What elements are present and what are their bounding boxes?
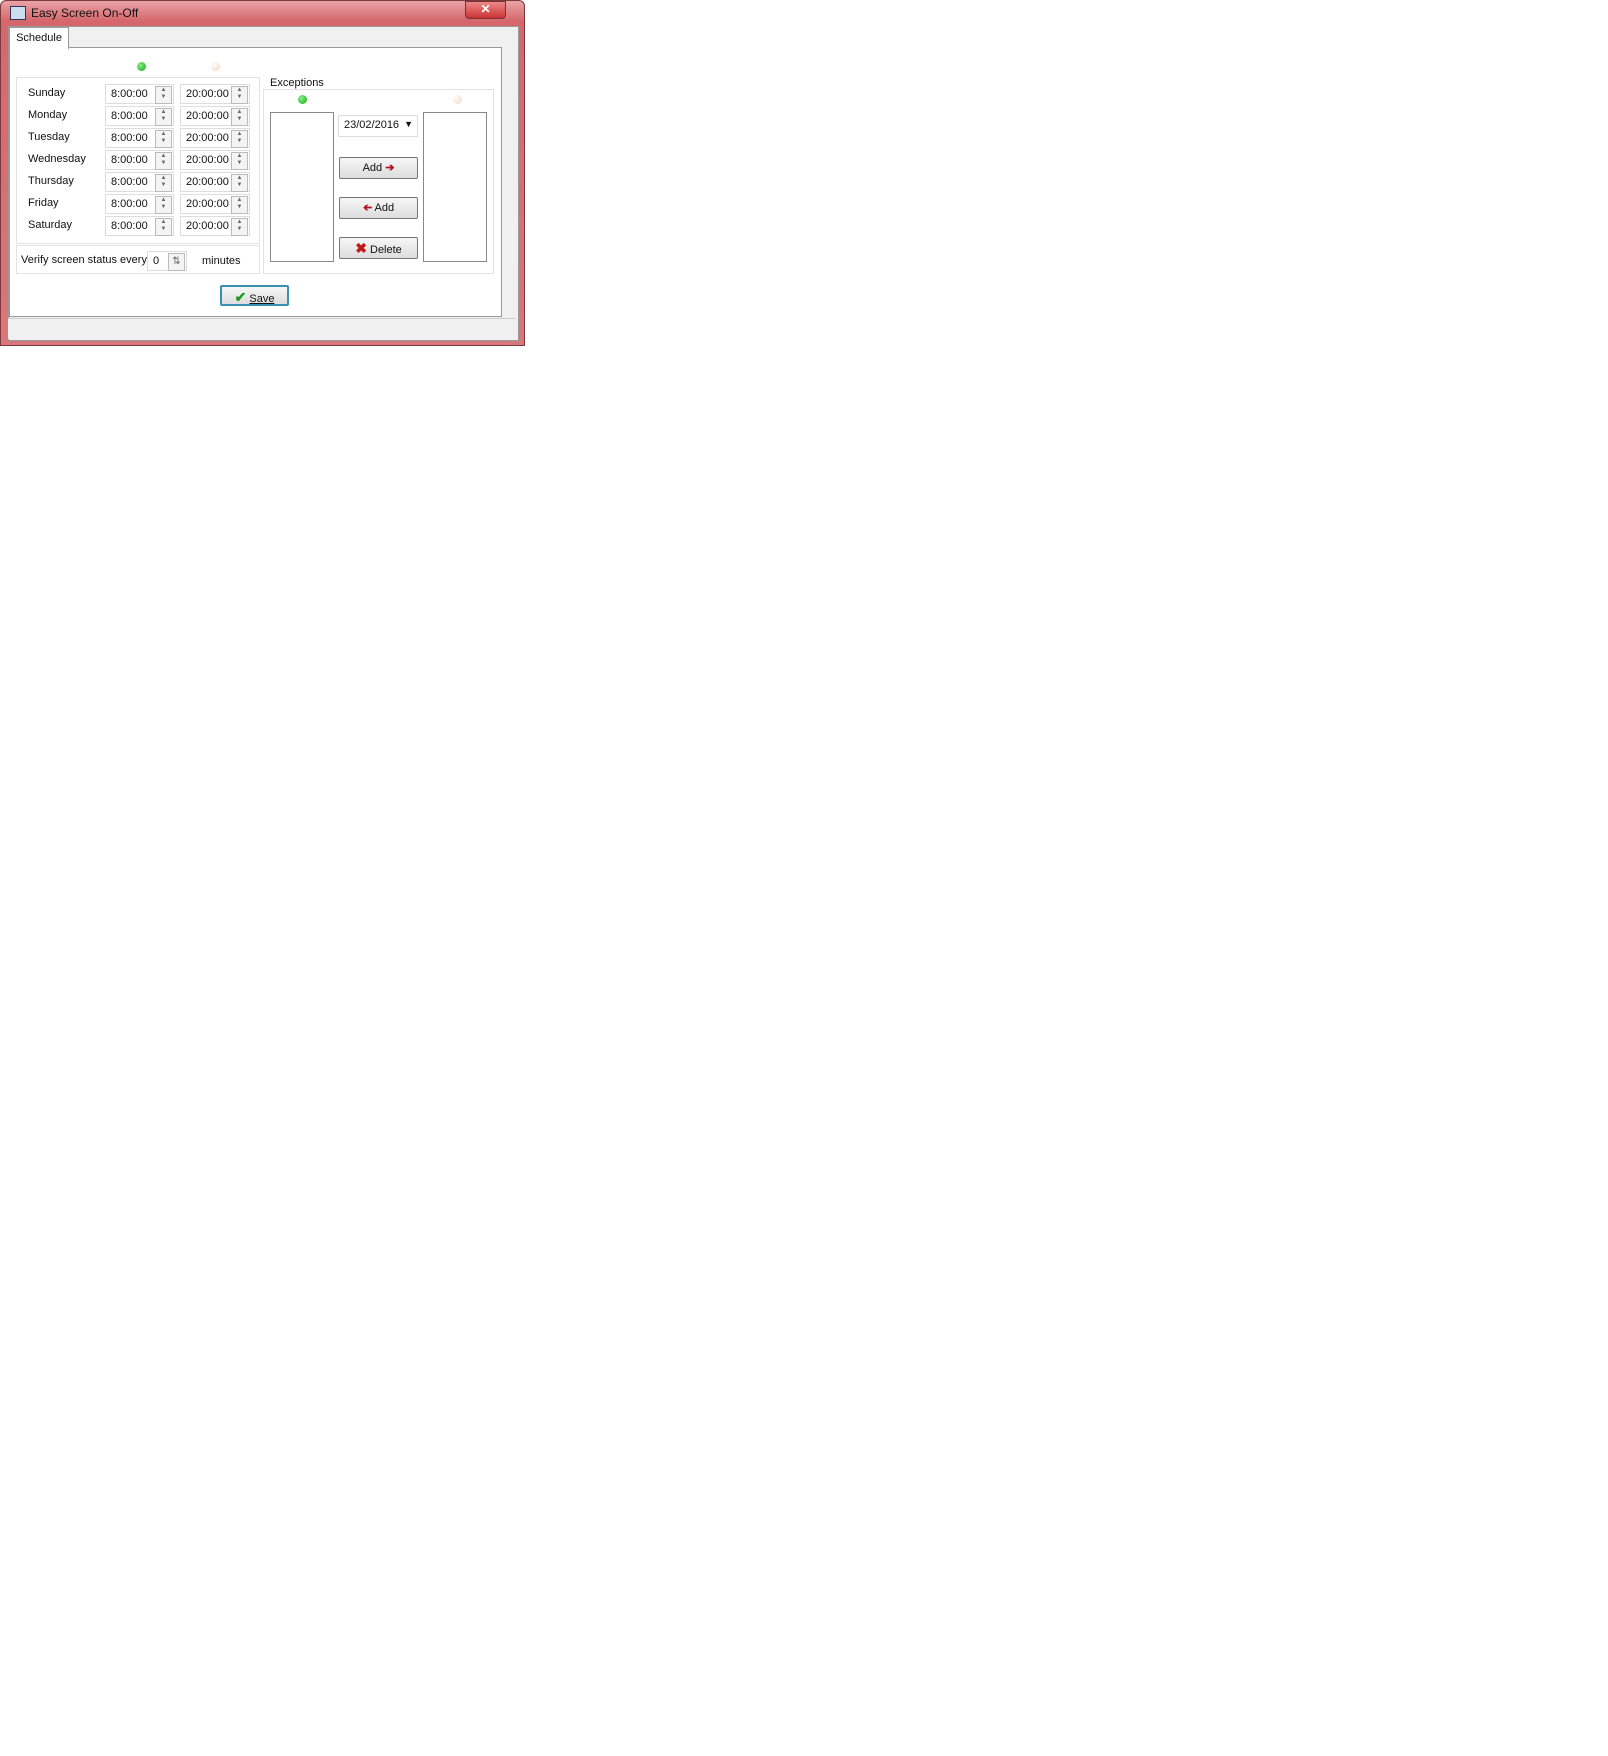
add-on-exception-button[interactable]: Add ➔: [339, 157, 418, 179]
arrow-left-icon: ➔: [362, 202, 373, 214]
on-time-input[interactable]: 8:00:00 ▲ ▼: [105, 194, 174, 214]
day-label: Monday: [28, 109, 68, 121]
off-time-value: 20:00:00: [186, 110, 229, 122]
off-indicator-icon: [211, 62, 220, 71]
off-time-value: 20:00:00: [186, 88, 229, 100]
exception-date-picker[interactable]: 23/02/2016 ▼: [338, 115, 418, 137]
on-time-input[interactable]: 8:00:00 ▲ ▼: [105, 84, 174, 104]
day-label: Wednesday: [28, 153, 86, 165]
off-exceptions-list[interactable]: [423, 112, 487, 262]
spinner-icon[interactable]: ⇅: [168, 253, 185, 271]
spinner-icon[interactable]: ▲ ▼: [231, 152, 248, 170]
on-time-input[interactable]: 8:00:00 ▲ ▼: [105, 216, 174, 236]
arrow-right-icon: ➔: [385, 162, 395, 174]
on-indicator-icon: [137, 62, 146, 71]
off-time-value: 20:00:00: [186, 198, 229, 210]
off-time-value: 20:00:00: [186, 132, 229, 144]
spinner-icon[interactable]: ▲ ▼: [231, 174, 248, 192]
off-time-input[interactable]: 20:00:00 ▲ ▼: [180, 150, 250, 170]
off-time-input[interactable]: 20:00:00 ▲ ▼: [180, 172, 250, 192]
delete-label: Delete: [370, 244, 402, 256]
spinner-icon[interactable]: ▲ ▼: [231, 86, 248, 104]
on-time-input[interactable]: 8:00:00 ▲ ▼: [105, 106, 174, 126]
spinner-icon[interactable]: ▲ ▼: [231, 196, 248, 214]
day-label: Sunday: [28, 87, 66, 99]
on-time-input[interactable]: 8:00:00 ▲ ▼: [105, 172, 174, 192]
on-time-value: 8:00:00: [111, 154, 148, 166]
on-time-input[interactable]: 8:00:00 ▲ ▼: [105, 150, 174, 170]
status-bar: [8, 318, 516, 339]
spinner-icon[interactable]: ▲ ▼: [155, 196, 172, 214]
off-time-value: 20:00:00: [186, 220, 229, 232]
add-label: Add: [362, 162, 383, 174]
app-icon: [10, 6, 26, 20]
day-label: Friday: [28, 197, 59, 209]
spinner-icon[interactable]: ▲ ▼: [231, 130, 248, 148]
save-button[interactable]: ✔ Save: [220, 285, 289, 306]
delete-exception-button[interactable]: ✖ Delete: [339, 237, 418, 259]
on-time-value: 8:00:00: [111, 88, 148, 100]
spinner-icon[interactable]: ▲ ▼: [155, 152, 172, 170]
spinner-icon[interactable]: ▲ ▼: [231, 218, 248, 236]
date-value: 23/02/2016: [344, 119, 400, 131]
off-time-value: 20:00:00: [186, 154, 229, 166]
window-title: Easy Screen On-Off: [31, 6, 139, 20]
on-time-value: 8:00:00: [111, 176, 148, 188]
spinner-icon[interactable]: ▲ ▼: [155, 174, 172, 192]
off-time-input[interactable]: 20:00:00 ▲ ▼: [180, 194, 250, 214]
off-time-input[interactable]: 20:00:00 ▲ ▼: [180, 106, 250, 126]
tab-schedule[interactable]: Schedule: [9, 27, 69, 49]
delete-x-icon: ✖: [355, 240, 367, 256]
on-time-value: 8:00:00: [111, 132, 148, 144]
verify-label: Verify screen status every: [21, 254, 147, 266]
spinner-icon[interactable]: ▲ ▼: [155, 130, 172, 148]
chevron-down-icon: ▼: [404, 119, 413, 129]
verify-value: 0: [153, 255, 160, 267]
on-time-value: 8:00:00: [111, 198, 148, 210]
day-label: Saturday: [28, 219, 73, 231]
verify-unit-label: minutes: [202, 255, 241, 267]
checkmark-icon: ✔: [234, 289, 247, 305]
add-off-exception-button[interactable]: ➔ Add: [339, 197, 418, 219]
off-time-input[interactable]: 20:00:00 ▲ ▼: [180, 84, 250, 104]
on-indicator-icon: [298, 95, 307, 104]
add-label: Add: [374, 202, 395, 214]
off-indicator-icon: [453, 95, 462, 104]
close-button[interactable]: ✕: [465, 1, 506, 19]
off-time-input[interactable]: 20:00:00 ▲ ▼: [180, 128, 250, 148]
spinner-icon[interactable]: ▲ ▼: [155, 108, 172, 126]
on-time-value: 8:00:00: [111, 220, 148, 232]
spinner-icon[interactable]: ▲ ▼: [155, 218, 172, 236]
exceptions-title: Exceptions: [268, 77, 326, 89]
day-label: Thursday: [28, 175, 74, 187]
spinner-icon[interactable]: ▲ ▼: [231, 108, 248, 126]
save-label: Save: [249, 293, 275, 305]
off-time-value: 20:00:00: [186, 176, 229, 188]
on-time-input[interactable]: 8:00:00 ▲ ▼: [105, 128, 174, 148]
on-exceptions-list[interactable]: [270, 112, 334, 262]
day-label: Tuesday: [28, 131, 70, 143]
on-time-value: 8:00:00: [111, 110, 148, 122]
spinner-icon[interactable]: ▲ ▼: [155, 86, 172, 104]
off-time-input[interactable]: 20:00:00 ▲ ▼: [180, 216, 250, 236]
verify-interval-stepper[interactable]: 0 ⇅: [147, 251, 187, 271]
